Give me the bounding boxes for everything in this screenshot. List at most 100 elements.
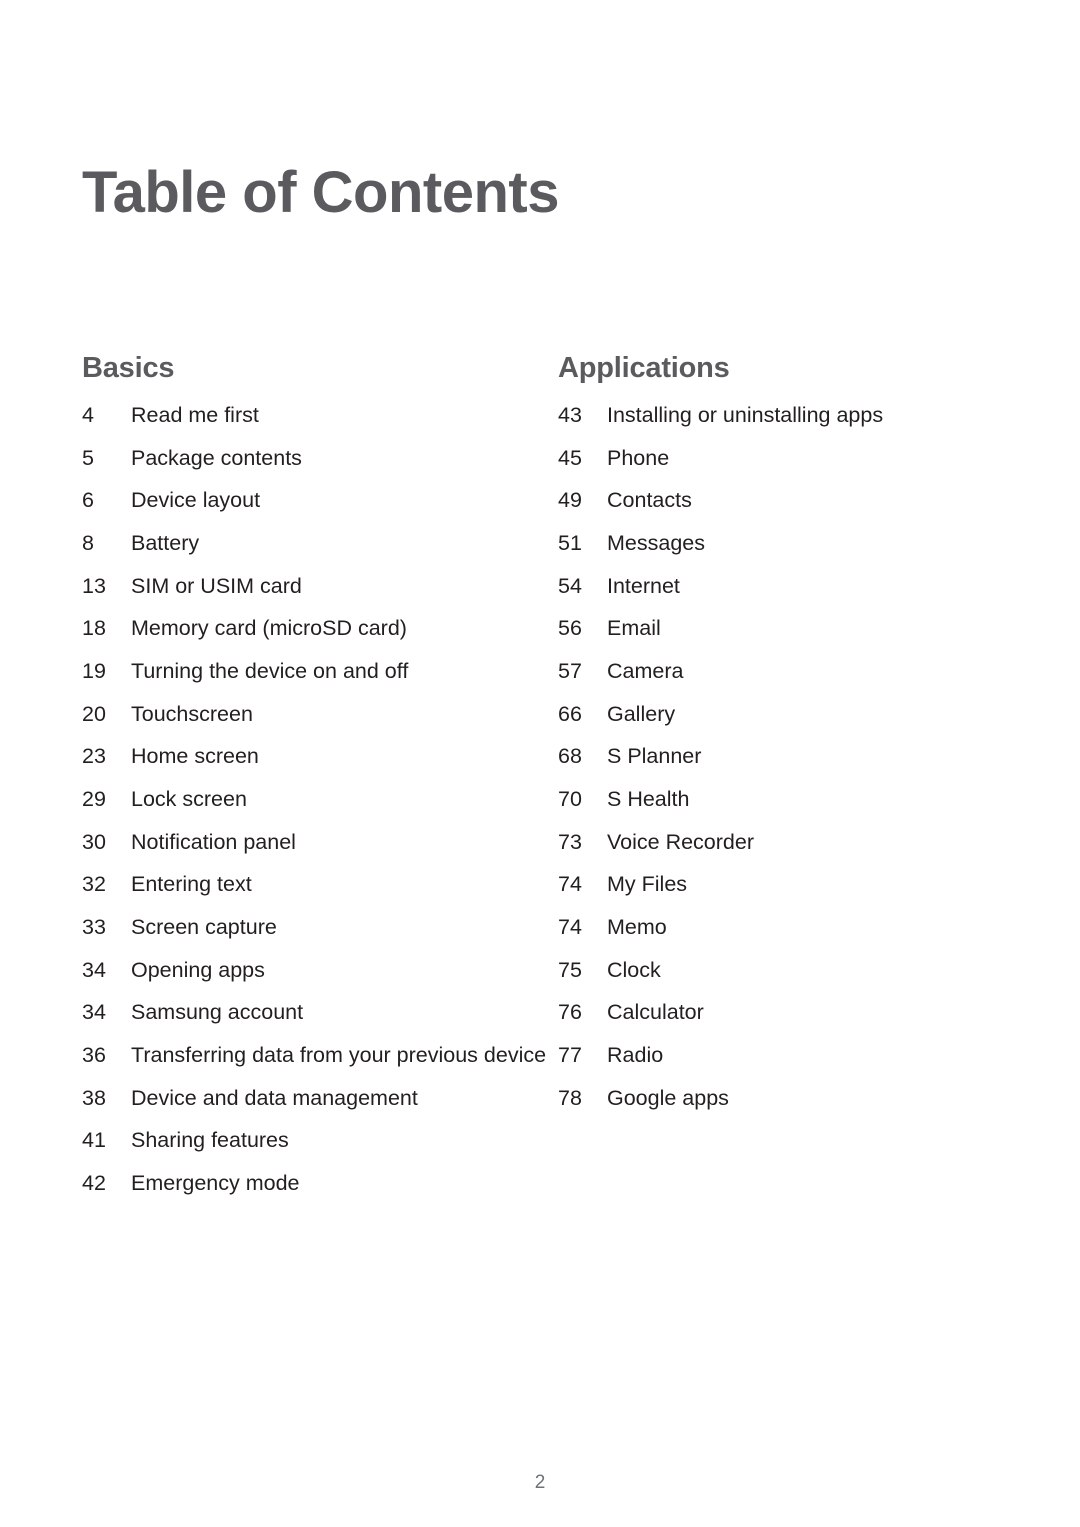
toc-entry[interactable]: 74 Memo	[558, 913, 1028, 943]
toc-entry[interactable]: 29 Lock screen	[82, 785, 552, 815]
toc-entry-label: Device layout	[131, 488, 261, 513]
toc-entry[interactable]: 5 Package contents	[82, 444, 552, 474]
toc-entry-page-number: 66	[558, 701, 582, 726]
toc-entry-page-number: 70	[558, 786, 582, 811]
toc-entry-page-number: 8	[82, 530, 94, 555]
toc-entry[interactable]: 56 Email	[558, 614, 1028, 644]
toc-entry-label: Turning the device on and off	[131, 658, 409, 683]
toc-entry[interactable]: 49 Contacts	[558, 486, 1028, 516]
toc-entry-label: Samsung account	[131, 1000, 304, 1025]
toc-entry[interactable]: 20 Touchscreen	[82, 700, 552, 730]
toc-entry[interactable]: 8 Battery	[82, 529, 552, 559]
toc-entry[interactable]: 66 Gallery	[558, 700, 1028, 730]
toc-entry[interactable]: 34 Opening apps	[82, 956, 552, 986]
toc-entry-page-number: 49	[558, 488, 582, 513]
section-heading-applications: Applications	[558, 352, 730, 384]
toc-entry-page-number: 54	[558, 573, 582, 598]
toc-entry-page-number: 57	[558, 658, 582, 683]
toc-entry-label: Camera	[607, 658, 684, 683]
toc-entry[interactable]: 42 Emergency mode	[82, 1169, 552, 1199]
toc-entry-label: Screen capture	[131, 914, 277, 939]
toc-entry-label: Messages	[607, 530, 705, 555]
toc-entry-page-number: 73	[558, 829, 582, 854]
toc-entry-page-number: 32	[82, 872, 106, 897]
toc-entry-page-number: 74	[558, 872, 582, 897]
toc-entry-page-number: 23	[82, 744, 106, 769]
toc-entry-label: Package contents	[131, 445, 302, 470]
toc-entry-page-number: 68	[558, 744, 582, 769]
toc-entry-page-number: 19	[82, 658, 106, 683]
toc-entry[interactable]: 41 Sharing features	[82, 1126, 552, 1156]
toc-entry-label: Entering text	[131, 872, 252, 897]
toc-entry-label: Contacts	[607, 488, 692, 513]
toc-page: Table of Contents Basics 4 Read me first 5…	[0, 0, 1080, 1527]
toc-entry-label: Clock	[607, 957, 661, 982]
toc-entry[interactable]: 6 Device layout	[82, 486, 552, 516]
toc-entry[interactable]: 73 Voice Recorder	[558, 828, 1028, 858]
toc-entry[interactable]: 68 S Planner	[558, 742, 1028, 772]
toc-entry-page-number: 33	[82, 914, 106, 939]
toc-entry-page-number: 75	[558, 957, 582, 982]
toc-entry-label: Sharing features	[131, 1128, 289, 1153]
toc-column-applications: Applications 43 Installing or uninstallin…	[558, 352, 1028, 1126]
toc-entry-label: Google apps	[607, 1085, 729, 1110]
toc-entry[interactable]: 23 Home screen	[82, 742, 552, 772]
toc-entry[interactable]: 75 Clock	[558, 956, 1028, 986]
toc-entry-label: SIM or USIM card	[131, 573, 302, 598]
toc-entry[interactable]: 19 Turning the device on and off	[82, 657, 552, 687]
toc-entry[interactable]: 38 Device and data management	[82, 1084, 552, 1114]
toc-entry[interactable]: 30 Notification panel	[82, 828, 552, 858]
toc-entry-label: Battery	[131, 530, 200, 555]
toc-entry-page-number: 38	[82, 1085, 106, 1110]
toc-entry-page-number: 51	[558, 530, 582, 555]
toc-entry-label: Email	[607, 616, 661, 641]
toc-entry-label: Gallery	[607, 701, 676, 726]
toc-entry[interactable]: 70 S Health	[558, 785, 1028, 815]
page-title: Table of Contents	[82, 159, 559, 225]
toc-entry-label: Radio	[607, 1042, 664, 1067]
toc-entry[interactable]: 51 Messages	[558, 529, 1028, 559]
toc-entry-page-number: 34	[82, 957, 106, 982]
toc-entry[interactable]: 76 Calculator	[558, 998, 1028, 1028]
toc-entry[interactable]: 74 My Files	[558, 870, 1028, 900]
toc-entry-page-number: 78	[558, 1085, 582, 1110]
toc-entry[interactable]: 32 Entering text	[82, 870, 552, 900]
toc-entry-page-number: 43	[558, 403, 582, 427]
toc-entry[interactable]: 18 Memory card (microSD card)	[82, 614, 552, 644]
toc-entry-page-number: 5	[82, 445, 94, 470]
toc-entry-page-number: 56	[558, 616, 582, 641]
toc-column-basics: Basics 4 Read me first 5 Package contents 6 D…	[82, 352, 552, 1211]
toc-list-applications: 43 Installing or uninstalling apps 45 Phone…	[558, 401, 1028, 1113]
toc-entry-page-number: 13	[82, 573, 106, 598]
toc-entry-label: S Planner	[607, 744, 702, 769]
toc-entry[interactable]: 34 Samsung account	[82, 998, 552, 1028]
section-heading-basics: Basics	[82, 352, 175, 384]
toc-entry-label: My Files	[607, 872, 688, 897]
toc-entry[interactable]: 78 Google apps	[558, 1084, 1028, 1114]
toc-entry-label: Home screen	[131, 744, 259, 769]
footer-page-number: 2	[534, 1472, 546, 1493]
toc-entry-label: Transferring data from your previous dev…	[131, 1042, 547, 1067]
toc-entry-page-number: 6	[82, 488, 94, 513]
toc-entry[interactable]: 54 Internet	[558, 572, 1028, 602]
toc-entry-label: Opening apps	[131, 957, 265, 982]
toc-columns: Basics 4 Read me first 5 Package contents 6 D…	[0, 352, 1080, 1211]
toc-entry[interactable]: 33 Screen capture	[82, 913, 552, 943]
toc-entry[interactable]: 43 Installing or uninstalling apps	[558, 401, 1028, 431]
toc-entry[interactable]: 45 Phone	[558, 444, 1028, 474]
toc-entry-label: Lock screen	[131, 786, 247, 811]
toc-entry-page-number: 41	[82, 1128, 106, 1153]
toc-entry[interactable]: 13 SIM or USIM card	[82, 572, 552, 602]
toc-entry-label: Memory card (microSD card)	[131, 616, 407, 641]
toc-entry-label: S Health	[607, 786, 690, 811]
toc-entry-page-number: 77	[558, 1042, 582, 1067]
toc-entry-label: Installing or uninstalling apps	[607, 403, 884, 427]
toc-entry-page-number: 45	[558, 445, 582, 470]
toc-entry[interactable]: 57 Camera	[558, 657, 1028, 687]
toc-entry[interactable]: 36 Transferring data from your previous d…	[82, 1041, 552, 1071]
toc-entry-page-number: 18	[82, 616, 106, 641]
toc-entry-page-number: 42	[82, 1170, 106, 1195]
toc-entry[interactable]: 4 Read me first	[82, 401, 552, 431]
toc-entry[interactable]: 77 Radio	[558, 1041, 1028, 1071]
toc-entry-label: Emergency mode	[131, 1170, 300, 1195]
